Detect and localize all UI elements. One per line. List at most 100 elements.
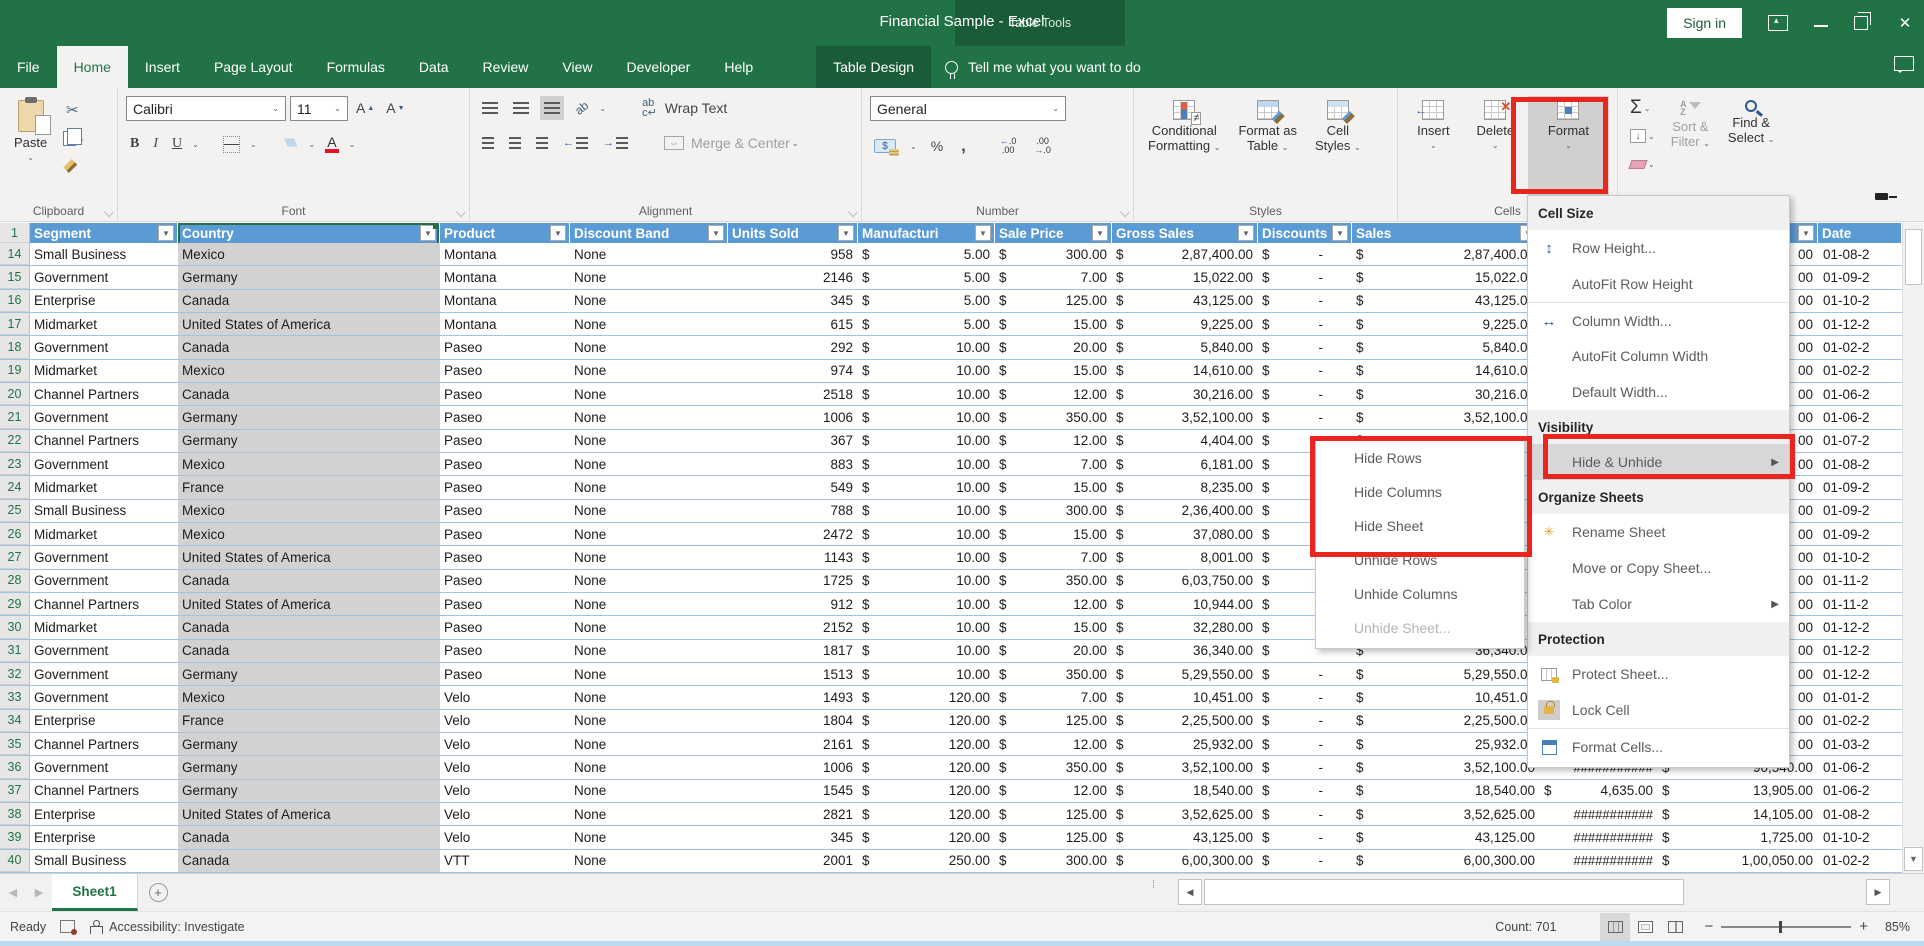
column-header-segment[interactable]: Segment▼ (30, 223, 178, 243)
cell[interactable]: None (570, 803, 728, 825)
scroll-right-button[interactable]: ▶ (1866, 879, 1890, 905)
cell[interactable]: 345 (728, 826, 858, 848)
cell[interactable]: $15.00 (995, 313, 1112, 335)
filter-button[interactable]: ▼ (1332, 225, 1348, 241)
cell[interactable]: $15.00 (995, 476, 1112, 498)
cell[interactable]: $3,52,625.00 (1352, 803, 1540, 825)
autosum-button[interactable]: Σ⌄ (1626, 96, 1659, 120)
row-number[interactable]: 14 (0, 243, 30, 265)
cell[interactable]: $12.00 (995, 780, 1112, 802)
cell[interactable]: United States of America (178, 313, 440, 335)
filter-button[interactable]: ▼ (1798, 225, 1814, 241)
cell[interactable]: $300.00 (995, 243, 1112, 265)
cell-styles-button[interactable]: CellStyles ⌄ (1309, 96, 1367, 199)
cell[interactable]: 883 (728, 453, 858, 475)
italic-button[interactable]: I (149, 132, 162, 156)
cell[interactable]: 974 (728, 360, 858, 382)
page-layout-view-button[interactable] (1630, 913, 1660, 941)
tab-insert[interactable]: Insert (128, 46, 197, 88)
cell[interactable]: $10,944.00 (1112, 593, 1258, 615)
cell[interactable]: $15.00 (995, 523, 1112, 545)
column-header-product[interactable]: Product▼ (440, 223, 570, 243)
cell[interactable]: $- (1258, 336, 1352, 358)
increase-font-size-button[interactable]: A (352, 96, 378, 120)
cell[interactable]: Germany (178, 756, 440, 778)
cell[interactable]: Velo (440, 686, 570, 708)
submenu-item-unhide-columns[interactable]: Unhide Columns (1316, 577, 1524, 611)
cell[interactable]: Paseo (440, 360, 570, 382)
cell[interactable]: Paseo (440, 453, 570, 475)
row-number[interactable]: 17 (0, 313, 30, 335)
fill-color-button[interactable] (277, 132, 303, 156)
align-right-button[interactable] (532, 131, 552, 155)
cell[interactable]: 912 (728, 593, 858, 615)
cell[interactable]: $- (1258, 313, 1352, 335)
cell[interactable]: $6,03,750.00 (1112, 570, 1258, 592)
column-header-sales[interactable]: Sales▼ (1352, 223, 1540, 243)
cell[interactable]: 01-09-2 (1818, 523, 1902, 545)
tab-help[interactable]: Help (707, 46, 770, 88)
row-number[interactable]: 29 (0, 593, 30, 615)
cell[interactable]: $350.00 (995, 756, 1112, 778)
cell[interactable]: Midmarket (30, 360, 178, 382)
number-format-combo[interactable]: General⌄ (870, 96, 1066, 121)
cell[interactable]: $9,225.00 (1352, 313, 1540, 335)
sheet-nav-left-icon[interactable]: ◀ (0, 874, 26, 911)
cell[interactable]: $3,52,100.00 (1352, 756, 1540, 778)
restore-button[interactable] (1854, 16, 1868, 30)
cell[interactable]: $36,340.00 (1112, 640, 1258, 662)
cell[interactable]: $20.00 (995, 640, 1112, 662)
cell[interactable]: Government (30, 570, 178, 592)
column-header-gross-sales[interactable]: Gross Sales▼ (1112, 223, 1258, 243)
cell[interactable]: Germany (178, 406, 440, 428)
clear-button[interactable]: ⌄ (1626, 152, 1659, 176)
cell[interactable]: Paseo (440, 593, 570, 615)
cell[interactable]: Canada (178, 640, 440, 662)
cell[interactable]: 367 (728, 430, 858, 452)
align-center-button[interactable] (505, 131, 525, 155)
cell[interactable]: $43,125.00 (1352, 826, 1540, 848)
cell[interactable]: None (570, 383, 728, 405)
filter-button[interactable]: ▼ (1092, 225, 1108, 241)
paste-button[interactable]: Paste⌄ (8, 96, 53, 199)
normal-view-button[interactable] (1600, 913, 1630, 941)
middle-align-button[interactable] (509, 96, 533, 120)
cell[interactable]: VTT (440, 850, 570, 872)
cell[interactable]: Midmarket (30, 616, 178, 638)
tab-data[interactable]: Data (402, 46, 466, 88)
cell[interactable]: $14,610.00 (1352, 360, 1540, 382)
row-number[interactable]: 27 (0, 546, 30, 568)
cell[interactable]: 292 (728, 336, 858, 358)
cell[interactable]: $10.00 (858, 406, 995, 428)
cell[interactable]: Paseo (440, 406, 570, 428)
cell[interactable]: 01-12-2 (1818, 616, 1902, 638)
column-header-discounts[interactable]: Discounts▼ (1258, 223, 1352, 243)
cell[interactable]: $- (1258, 360, 1352, 382)
cell[interactable]: $10.00 (858, 383, 995, 405)
cell[interactable]: Government (30, 266, 178, 288)
cell[interactable]: 01-08-2 (1818, 803, 1902, 825)
cell[interactable]: $25,932.00 (1112, 733, 1258, 755)
comma-style-button[interactable]: , (957, 134, 970, 158)
cell[interactable]: 01-03-2 (1818, 733, 1902, 755)
cell[interactable]: Velo (440, 803, 570, 825)
cell[interactable]: $10.00 (858, 336, 995, 358)
row-number[interactable]: 26 (0, 523, 30, 545)
cell[interactable]: Paseo (440, 383, 570, 405)
cell[interactable]: $- (1258, 710, 1352, 732)
cell[interactable]: $125.00 (995, 803, 1112, 825)
cell[interactable]: None (570, 476, 728, 498)
cell[interactable]: Government (30, 640, 178, 662)
filter-button[interactable]: ▼ (975, 225, 991, 241)
cell[interactable]: 01-08-2 (1818, 243, 1902, 265)
cell[interactable]: Small Business (30, 850, 178, 872)
cell[interactable]: $6,181.00 (1112, 453, 1258, 475)
scroll-left-button[interactable]: ◀ (1178, 879, 1202, 905)
cell[interactable]: $- (1258, 686, 1352, 708)
cell[interactable]: 01-11-2 (1818, 570, 1902, 592)
menu-item-move-or-copy-sheet[interactable]: Move or Copy Sheet... (1528, 550, 1789, 586)
format-painter-button[interactable] (59, 154, 89, 178)
cell[interactable]: $3,52,100.00 (1112, 406, 1258, 428)
cell[interactable]: $7.00 (995, 546, 1112, 568)
cell[interactable]: Canada (178, 290, 440, 312)
